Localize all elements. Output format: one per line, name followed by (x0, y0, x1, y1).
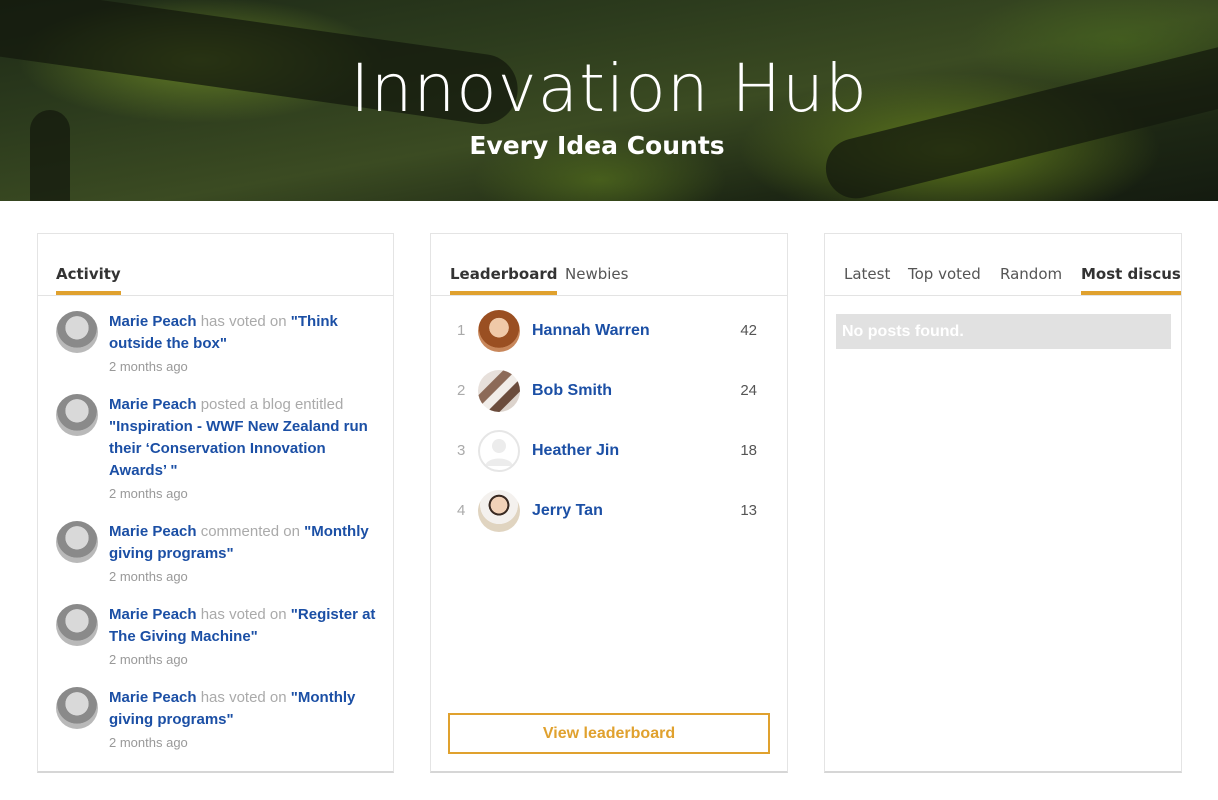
leaderboard-score: 42 (740, 322, 757, 339)
activity-action: has voted on (196, 606, 291, 623)
activity-time: 2 months ago (109, 652, 188, 667)
leaderboard-name-link[interactable]: Bob Smith (532, 382, 612, 400)
hero-title: Innovation Hub (350, 50, 868, 127)
tab-random[interactable]: Random (1000, 265, 1062, 291)
activity-item: Marie Peach has voted on "Monthly giving… (56, 687, 376, 757)
tab-top-voted[interactable]: Top voted (908, 265, 981, 291)
leaderboard-row: 1 Hannah Warren 42 (431, 310, 787, 354)
activity-item: Marie Peach posted a blog entitled "Insp… (56, 394, 376, 504)
activity-panel: Activity Marie Peach has voted on "Think… (37, 233, 394, 773)
activity-time: 2 months ago (109, 735, 188, 750)
activity-action: posted a blog entitled (196, 396, 344, 413)
tab-activity[interactable]: Activity (56, 265, 121, 295)
activity-action: commented on (196, 523, 305, 540)
activity-text: Marie Peach has voted on "Think outside … (109, 311, 377, 355)
avatar[interactable] (56, 521, 98, 563)
activity-action: has voted on (196, 689, 291, 706)
posts-tabs: Latest Top voted Random Most discusse (825, 234, 1181, 296)
activity-item: Marie Peach has voted on "Think outside … (56, 311, 376, 381)
avatar[interactable] (478, 370, 520, 412)
leaderboard-rank: 3 (457, 442, 466, 459)
leaderboard-row: 4 Jerry Tan 13 (431, 490, 787, 534)
hero-banner: Innovation Hub Every Idea Counts (0, 0, 1218, 201)
activity-time: 2 months ago (109, 486, 188, 501)
activity-time: 2 months ago (109, 569, 188, 584)
activity-item: Marie Peach commented on "Monthly giving… (56, 521, 376, 591)
hero-subtitle: Every Idea Counts (469, 131, 725, 160)
leaderboard-name-link[interactable]: Jerry Tan (532, 502, 603, 520)
activity-user-link[interactable]: Marie Peach (109, 523, 197, 540)
avatar[interactable] (56, 394, 98, 436)
avatar[interactable] (56, 687, 98, 729)
tab-newbies[interactable]: Newbies (565, 265, 628, 291)
leaderboard-score: 18 (740, 442, 757, 459)
activity-tabs: Activity (38, 234, 393, 296)
activity-text: Marie Peach posted a blog entitled "Insp… (109, 394, 377, 482)
avatar[interactable] (56, 604, 98, 646)
user-silhouette-icon (485, 439, 513, 466)
leaderboard-score: 24 (740, 382, 757, 399)
leaderboard-tabs: Leaderboard Newbies (431, 234, 787, 296)
leaderboard-rank: 4 (457, 502, 466, 519)
tab-most-discussed[interactable]: Most discusse (1081, 265, 1181, 295)
activity-text: Marie Peach commented on "Monthly giving… (109, 521, 377, 565)
leaderboard-rank: 1 (457, 322, 466, 339)
leaderboard-score: 13 (740, 502, 757, 519)
tab-leaderboard[interactable]: Leaderboard (450, 265, 558, 295)
activity-text: Marie Peach has voted on "Monthly giving… (109, 687, 377, 731)
default-avatar-icon[interactable] (478, 430, 520, 472)
leaderboard-name-link[interactable]: Hannah Warren (532, 322, 650, 340)
avatar[interactable] (478, 310, 520, 352)
activity-target-link[interactable]: "Inspiration - WWF New Zealand run their… (109, 418, 368, 479)
activity-user-link[interactable]: Marie Peach (109, 689, 197, 706)
leaderboard-name-link[interactable]: Heather Jin (532, 442, 619, 460)
empty-state-message: No posts found. (836, 314, 1171, 349)
avatar[interactable] (56, 311, 98, 353)
leaderboard-row: 2 Bob Smith 24 (431, 370, 787, 414)
activity-action: has voted on (196, 313, 291, 330)
leaderboard-row: 3 Heather Jin 18 (431, 430, 787, 474)
avatar[interactable] (478, 490, 520, 532)
activity-item: Marie Peach has voted on "Register at Th… (56, 604, 376, 674)
tab-latest[interactable]: Latest (844, 265, 890, 291)
posts-panel: Latest Top voted Random Most discusse No… (824, 233, 1182, 773)
view-leaderboard-button[interactable]: View leaderboard (448, 713, 770, 754)
activity-user-link[interactable]: Marie Peach (109, 396, 197, 413)
activity-text: Marie Peach has voted on "Register at Th… (109, 604, 377, 648)
activity-user-link[interactable]: Marie Peach (109, 313, 197, 330)
leaderboard-panel: Leaderboard Newbies 1 Hannah Warren 42 2… (430, 233, 788, 773)
leaderboard-rank: 2 (457, 382, 466, 399)
activity-time: 2 months ago (109, 359, 188, 374)
activity-user-link[interactable]: Marie Peach (109, 606, 197, 623)
